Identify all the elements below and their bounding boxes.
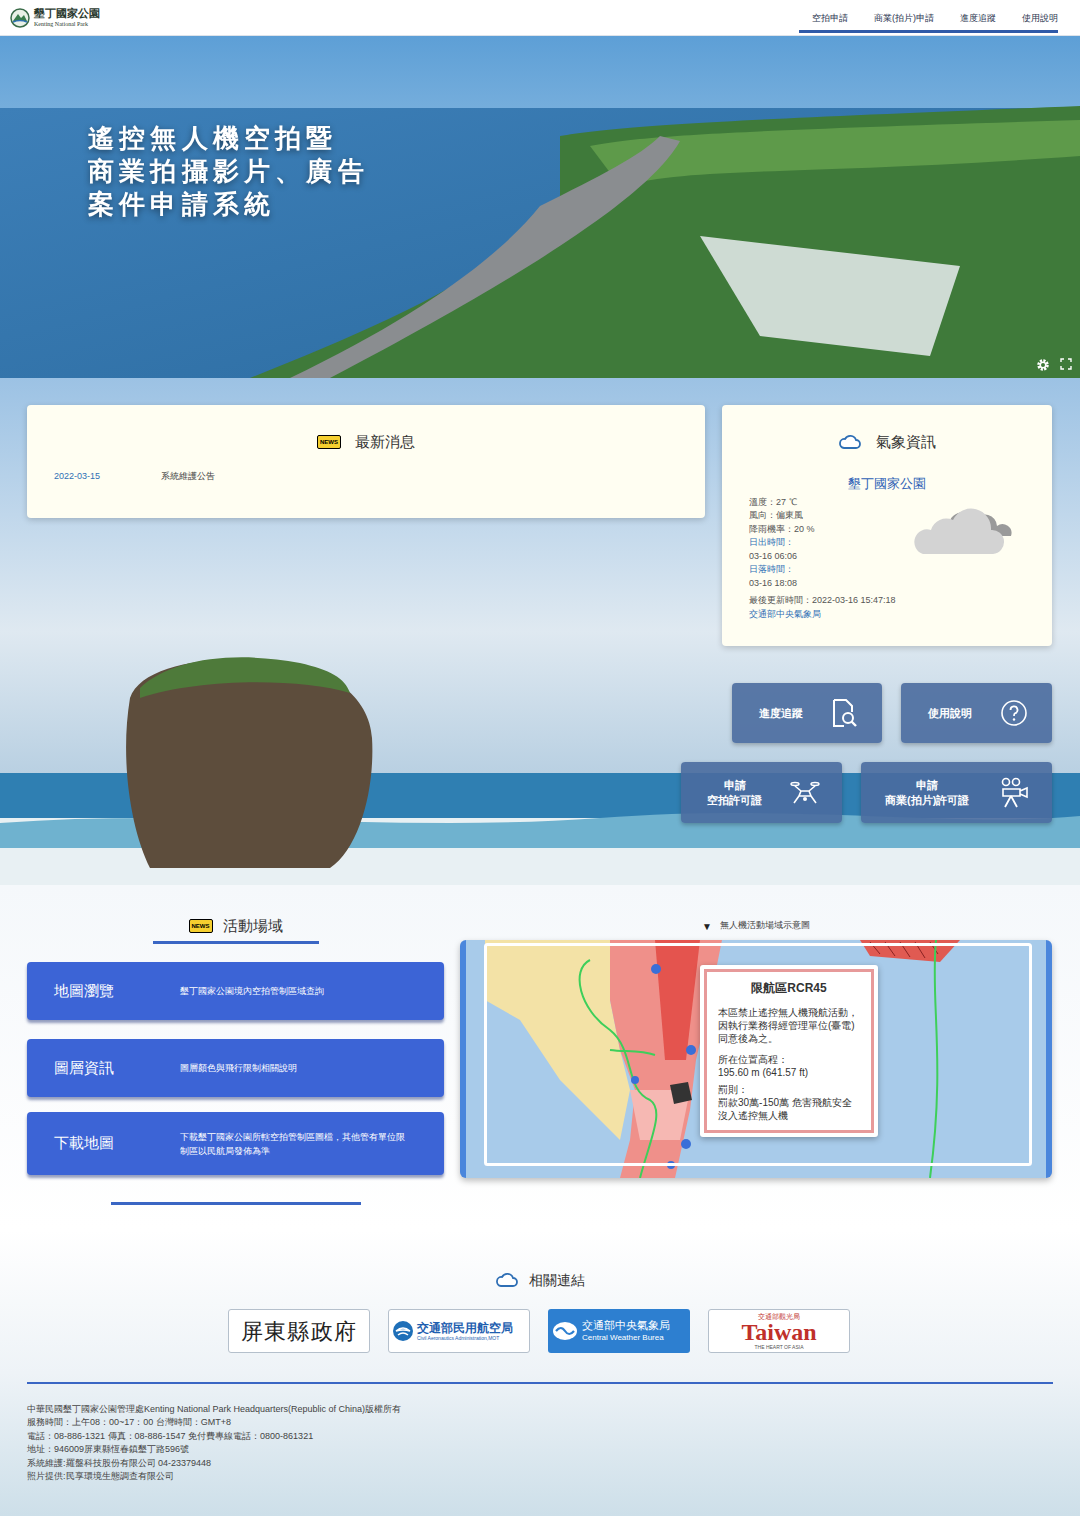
button-label: 商業(拍片)許可證 [885,793,969,808]
weather-updated: 最後更新時間：2022-03-16 15:47:18 [749,594,1052,608]
gear-icon[interactable] [1036,358,1050,372]
footer-line: 電話：08-886-1321 傳真：08-886-1547 免付費專線電話：08… [27,1430,1053,1443]
hero: 遙控無人機空拍暨 商業拍攝影片、廣告 案件申請系統 [0,36,1080,378]
news-heading: 最新消息 [355,431,415,454]
button-label: 使用說明 [928,705,972,722]
help-button[interactable]: 使用說明 [901,683,1052,743]
weather-line: 溫度：27 ℃ [749,496,899,510]
activity-button[interactable]: 圖層資訊 圖層顏色與飛行限制相關說明 [27,1039,444,1097]
activity-button-description: 下載墾丁國家公園所轄空拍管制區圖檔，其他管有單位限制區以民航局發佈為準 [180,1130,417,1158]
activity-button[interactable]: 下載地圖 下載墾丁國家公園所轄空拍管制區圖檔，其他管有單位限制區以民航局發佈為準 [27,1112,444,1175]
fullscreen-icon[interactable] [1060,358,1072,370]
popup-penalty: 罰款30萬-150萬 危害飛航安全 沒入遙控無人機 [718,1096,860,1122]
popup-description: 本區禁止遙控無人機飛航活動，因執行業務得經管理單位(臺電)同意後為之。 [718,1006,860,1045]
link-title: Taiwan [741,1320,816,1345]
activity-button-title: 地圖瀏覽 [54,980,180,1003]
news-card: NEWS 最新消息 2022-03-15 系統維護公告 [27,405,705,518]
footer-line: 系統維護:羅盤科技股份有限公司 04-23379448 [27,1457,1053,1470]
activity-button[interactable]: 地圖瀏覽 墾丁國家公園境內空拍管制區域查詢 [27,962,444,1020]
activity-button-description: 墾丁國家公園境內空拍管制區域查詢 [180,984,324,998]
popup-penalty-label: 罰則： [718,1083,860,1096]
activity-section: NEWS 活動場域 地圖瀏覽 墾丁國家公園境內空拍管制區域查詢 圖層資訊 圖層顏… [0,885,1080,1230]
emblem-icon [10,8,30,28]
link-name: 屏東縣政府 [241,1315,357,1348]
button-label: 進度追蹤 [759,705,803,722]
hero-title-line: 遙控無人機空拍暨 [88,122,1080,155]
cloudy-weather-icon [909,500,1013,556]
question-circle-icon [1000,699,1028,727]
activity-button-title: 圖層資訊 [54,1057,180,1080]
logo[interactable]: 墾丁國家公園 Kenting National Park [10,8,100,28]
news-item[interactable]: 2022-03-15 系統維護公告 [27,470,705,484]
button-label: 申請 [885,778,969,793]
popup-elevation: 195.60 m (641.57 ft) [718,1066,860,1079]
apply-aerial-button[interactable]: 申請 空拍許可證 [681,762,842,823]
logo-title: 墾丁國家公園 [34,8,100,19]
links-footer: 相關連結 屏東縣政府 交通部民用航空局 Civil Aeronautics Ad… [0,1230,1080,1516]
weather-line: 風向：偏東風 [749,509,899,523]
footer-line: 中華民國墾丁國家公園管理處Kenting National Park Headq… [27,1403,1053,1416]
cwb-emblem-icon [552,1321,578,1341]
cloud-icon [495,1271,519,1289]
footer-line: 地址：946009屏東縣恆春鎮墾丁路596號 [27,1443,1053,1456]
weather-location: 墾丁國家公園 [722,474,1052,494]
link-subtitle: Civil Aeronautics Administration,MOT [417,1336,513,1341]
hero-title-line: 商業拍攝影片、廣告 [88,155,1080,188]
tourism-link[interactable]: 交通部觀光局 Taiwan THE HEART OF ASIA [708,1309,850,1353]
map-panel[interactable]: 限航區RCR45 本區禁止遙控無人機飛航活動，因執行業務得經管理單位(臺電)同意… [460,940,1052,1178]
nav-item[interactable]: 商業(拍片)申請 [874,12,934,26]
main-nav: 空拍申請 商業(拍片)申請 進度追蹤 使用說明 [799,2,1058,33]
drone-icon [790,779,820,807]
caa-link[interactable]: 交通部民用航空局 Civil Aeronautics Administratio… [388,1309,530,1353]
caption-text: 無人機活動場域示意圖 [720,919,810,933]
link-name: 交通部中央氣象局 [582,1320,670,1331]
news-badge-icon: NEWS [317,435,341,449]
weather-line: 日出時間： [749,536,899,550]
weather-heading: 氣象資訊 [876,431,936,454]
hero-title-line: 案件申請系統 [88,188,1080,221]
footer: 中華民國墾丁國家公園管理處Kenting National Park Headq… [0,1384,1080,1483]
link-subtitle: THE HEART OF ASIA [755,1345,804,1350]
map-popup: 限航區RCR45 本區禁止遙控無人機飛航活動，因執行業務得經管理單位(臺電)同意… [700,965,878,1137]
link-name: 交通部民用航空局 [417,1322,513,1334]
footer-line: 照片提供:民享環境生態調查有限公司 [27,1470,1053,1483]
link-subtitle: Central Weather Burea [582,1334,670,1342]
news-date: 2022-03-15 [54,470,161,484]
cloud-icon [838,433,862,451]
popup-title: 限航區RCR45 [718,980,860,996]
pingtung-link[interactable]: 屏東縣政府 [228,1309,370,1353]
weather-line: 日落時間： [749,563,899,577]
weather-line: 03-16 06:06 [749,550,899,564]
activity-heading: 活動場域 [223,915,283,938]
activity-button-title: 下載地圖 [54,1132,180,1155]
nav-item[interactable]: 進度追蹤 [960,12,996,26]
activity-badge-icon: NEWS [189,919,213,933]
weather-line: 降雨機率：20 % [749,523,899,537]
weather-line: 03-16 18:08 [749,577,899,591]
map-caption: ▼ 無人機活動場域示意圖 [460,920,1052,932]
button-label: 空拍許可證 [707,793,762,808]
search-document-icon [830,698,858,728]
nav-item[interactable]: 使用說明 [1022,12,1058,26]
link-name: 交通部觀光局 [758,1313,800,1320]
footer-line: 服務時間：上午08：00~17：00 台灣時間：GMT+8 [27,1416,1053,1429]
progress-button[interactable]: 進度追蹤 [732,683,882,743]
header: 墾丁國家公園 Kenting National Park 空拍申請 商業(拍片)… [0,0,1080,36]
logo-subtitle: Kenting National Park [34,21,100,27]
caa-emblem-icon [392,1320,414,1342]
links-heading: 相關連結 [529,1270,585,1291]
film-crew-icon [1000,777,1030,809]
popup-elevation-label: 所在位置高程： [718,1053,860,1066]
weather-source[interactable]: 交通部中央氣象局 [749,608,1052,622]
cwb-link[interactable]: 交通部中央氣象局 Central Weather Burea [548,1309,690,1353]
info-section: NEWS 最新消息 2022-03-15 系統維護公告 氣象資訊 墾丁國家公園 … [0,378,1080,885]
caption-marker: ▼ [702,919,712,934]
hero-title: 遙控無人機空拍暨 商業拍攝影片、廣告 案件申請系統 [88,122,1080,221]
button-label: 申請 [707,778,762,793]
news-title[interactable]: 系統維護公告 [161,470,215,484]
activity-button-description: 圖層顏色與飛行限制相關說明 [180,1061,297,1075]
apply-commercial-button[interactable]: 申請 商業(拍片)許可證 [861,762,1052,823]
weather-card: 氣象資訊 墾丁國家公園 溫度：27 ℃ 風向：偏東風 降雨機率：20 % 日出時… [722,405,1052,646]
nav-item[interactable]: 空拍申請 [812,12,848,26]
